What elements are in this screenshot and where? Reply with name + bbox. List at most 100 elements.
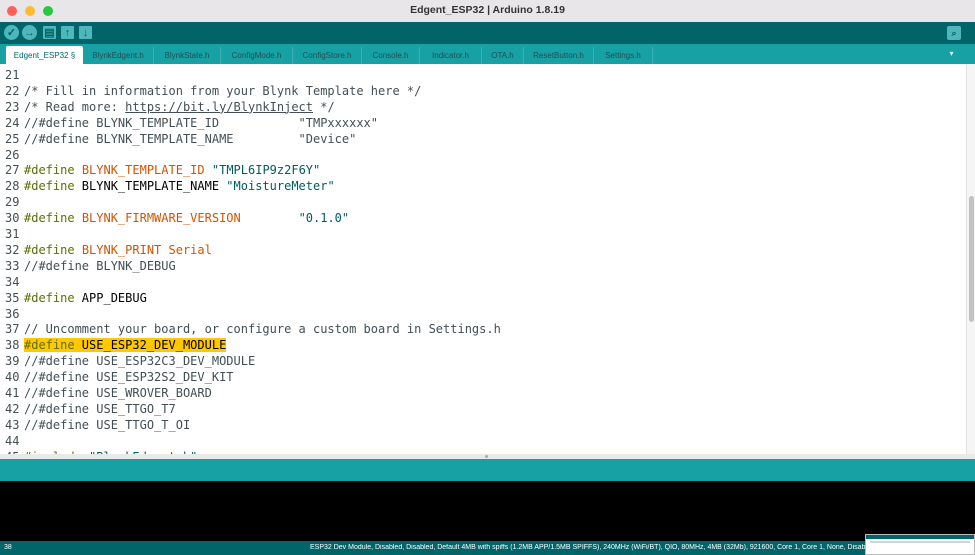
editor-scrollbar[interactable] bbox=[966, 64, 975, 454]
line-number: 42 bbox=[5, 401, 20, 416]
code-token: #define bbox=[24, 163, 75, 178]
tab-console[interactable]: Console.h bbox=[362, 47, 420, 64]
code-token: BLYNK_TEMPLATE_NAME bbox=[74, 179, 227, 194]
tab-blynkstate[interactable]: BlynkState.h bbox=[154, 47, 221, 64]
code-token: //#define USE_ESP32S2_DEV_KIT bbox=[24, 370, 234, 385]
code-text: /* Read more: https://bit.ly/BlynkInject… bbox=[24, 99, 335, 115]
code-token: APP_DEBUG bbox=[74, 290, 147, 305]
line-number: 38 bbox=[5, 338, 20, 353]
code-text: //#define BLYNK_TEMPLATE_NAME "Device" bbox=[24, 131, 356, 147]
line-number: 33 bbox=[5, 258, 20, 273]
code-token: /* Fill in information from your Blynk T… bbox=[24, 83, 422, 98]
upload-button[interactable]: → bbox=[22, 25, 37, 40]
arrow-right-icon: → bbox=[24, 26, 35, 39]
new-file-icon: ▤ bbox=[44, 27, 55, 39]
code-token: #define bbox=[24, 211, 75, 226]
line-number: 36 bbox=[5, 306, 20, 321]
code-token: https://bit.ly/BlynkInject bbox=[125, 99, 313, 114]
code-text: //#define USE_ESP32S2_DEV_KIT bbox=[24, 369, 234, 385]
code-token: //#define USE_TTGO_T_OI bbox=[24, 417, 191, 432]
line-number: 43 bbox=[5, 417, 20, 432]
magnifier-icon: ⌕ bbox=[951, 27, 957, 38]
code-token: BLYNK_PRINT Serial bbox=[81, 242, 212, 257]
thumbnail-toolbar bbox=[866, 535, 974, 539]
code-text: #define APP_DEBUG bbox=[24, 290, 147, 306]
tab-edgent-esp32[interactable]: Edgent_ESP32 § bbox=[6, 46, 83, 64]
window-title: Edgent_ESP32 | Arduino 1.8.19 bbox=[410, 4, 565, 16]
serial-monitor-button[interactable]: ⌕ bbox=[947, 26, 961, 40]
line-number: 25 bbox=[5, 131, 20, 146]
code-text: //#define BLYNK_TEMPLATE_ID "TMPxxxxxx" bbox=[24, 115, 378, 131]
code-token: BLYNK_TEMPLATE_ID bbox=[81, 163, 205, 178]
code-token: BLYNK_FIRMWARE_VERSION bbox=[81, 211, 241, 226]
tab-bar: Edgent_ESP32 § BlynkEdgent.h BlynkState.… bbox=[0, 44, 975, 64]
screenshot-thumbnail-preview[interactable] bbox=[865, 534, 975, 555]
code-text: // Uncomment your board, or configure a … bbox=[24, 321, 501, 337]
code-token: //#define USE_WROVER_BOARD bbox=[24, 386, 212, 400]
code-token: */ bbox=[313, 99, 335, 114]
line-number: 24 bbox=[5, 115, 20, 130]
line-number: 41 bbox=[5, 386, 20, 400]
open-sketch-button[interactable]: ↑ bbox=[61, 26, 74, 39]
divider-grip-icon bbox=[485, 455, 488, 458]
save-sketch-button[interactable]: ↓ bbox=[79, 26, 92, 39]
scrollbar-thumb[interactable] bbox=[969, 196, 974, 322]
line-number: 28 bbox=[5, 179, 20, 194]
code-token: //#define BLYNK_DEBUG bbox=[24, 258, 176, 273]
tab-indicator[interactable]: Indicator.h bbox=[420, 47, 482, 64]
tab-configstore[interactable]: ConfigStore.h bbox=[293, 47, 362, 64]
code-editor[interactable]: 21 22 /* Fill in information from your Bly… bbox=[0, 64, 966, 454]
tab-resetbutton[interactable]: ResetButton.h bbox=[524, 47, 594, 64]
line-number: 23 bbox=[5, 99, 20, 114]
line-number: 32 bbox=[5, 242, 20, 257]
code-token: //#define BLYNK_TEMPLATE_NAME "Device" bbox=[24, 131, 357, 146]
thumbnail-content bbox=[870, 541, 970, 543]
line-number: 31 bbox=[5, 227, 20, 241]
code-token: #define bbox=[24, 338, 75, 353]
tab-ota[interactable]: OTA.h bbox=[482, 47, 524, 64]
arrow-down-icon: ↓ bbox=[82, 26, 89, 39]
verify-button[interactable]: ✓ bbox=[4, 25, 19, 40]
code-text: #define BLYNK_TEMPLATE_ID "TMPL6IP9z2F6Y… bbox=[24, 162, 320, 178]
new-sketch-button[interactable]: ▤ bbox=[43, 26, 56, 39]
line-number: 30 bbox=[5, 211, 20, 226]
tab-settings[interactable]: Settings.h bbox=[594, 47, 653, 64]
tab-menu-icon[interactable]: ▾ bbox=[946, 49, 957, 59]
toolbar: ✓ → ▤ ↑ ↓ ⌕ bbox=[0, 22, 975, 44]
code-token: "MoistureMeter" bbox=[226, 179, 335, 194]
line-number: 44 bbox=[5, 433, 20, 448]
tab-configmode[interactable]: ConfigMode.h bbox=[221, 47, 293, 64]
line-number: 26 bbox=[5, 147, 20, 162]
board-info: ESP32 Dev Module, Disabled, Disabled, De… bbox=[310, 544, 865, 551]
line-number: 22 bbox=[5, 83, 20, 98]
code-token: //#define USE_TTGO_T7 bbox=[24, 401, 176, 416]
code-token: //#define BLYNK_TEMPLATE_ID "TMPxxxxxx" bbox=[24, 115, 379, 130]
code-token: #define bbox=[24, 179, 75, 194]
line-number: 21 bbox=[5, 68, 20, 82]
code-text: /* Fill in information from your Blynk T… bbox=[24, 83, 421, 99]
code-token: "0.1.0" bbox=[298, 211, 350, 226]
code-token: // Uncomment your board, or configure a … bbox=[24, 322, 501, 337]
status-bar bbox=[0, 459, 975, 481]
tab-blynkedgent[interactable]: BlynkEdgent.h bbox=[83, 47, 154, 64]
line-number: 37 bbox=[5, 322, 20, 337]
code-text: #define BLYNK_PRINT Serial bbox=[24, 242, 212, 258]
code-text: #define USE_ESP32_DEV_MODULE bbox=[24, 337, 227, 353]
code-token: #define bbox=[24, 242, 75, 257]
code-token: USE_ESP32_DEV_MODULE bbox=[74, 338, 227, 353]
code-text: //#define BLYNK_DEBUG bbox=[24, 258, 176, 274]
arrow-up-icon: ↑ bbox=[64, 26, 71, 39]
line-number: 39 bbox=[5, 354, 20, 369]
line-number: 40 bbox=[5, 370, 20, 385]
line-number: 35 bbox=[5, 290, 20, 305]
line-number: 34 bbox=[5, 274, 20, 289]
code-token: #define bbox=[24, 290, 75, 305]
title-bar: Edgent_ESP32 | Arduino 1.8.19 bbox=[0, 0, 975, 23]
code-text: //#define USE_TTGO_T_OI bbox=[24, 417, 190, 433]
checkmark-icon: ✓ bbox=[6, 27, 17, 39]
line-number: 27 bbox=[5, 163, 20, 178]
